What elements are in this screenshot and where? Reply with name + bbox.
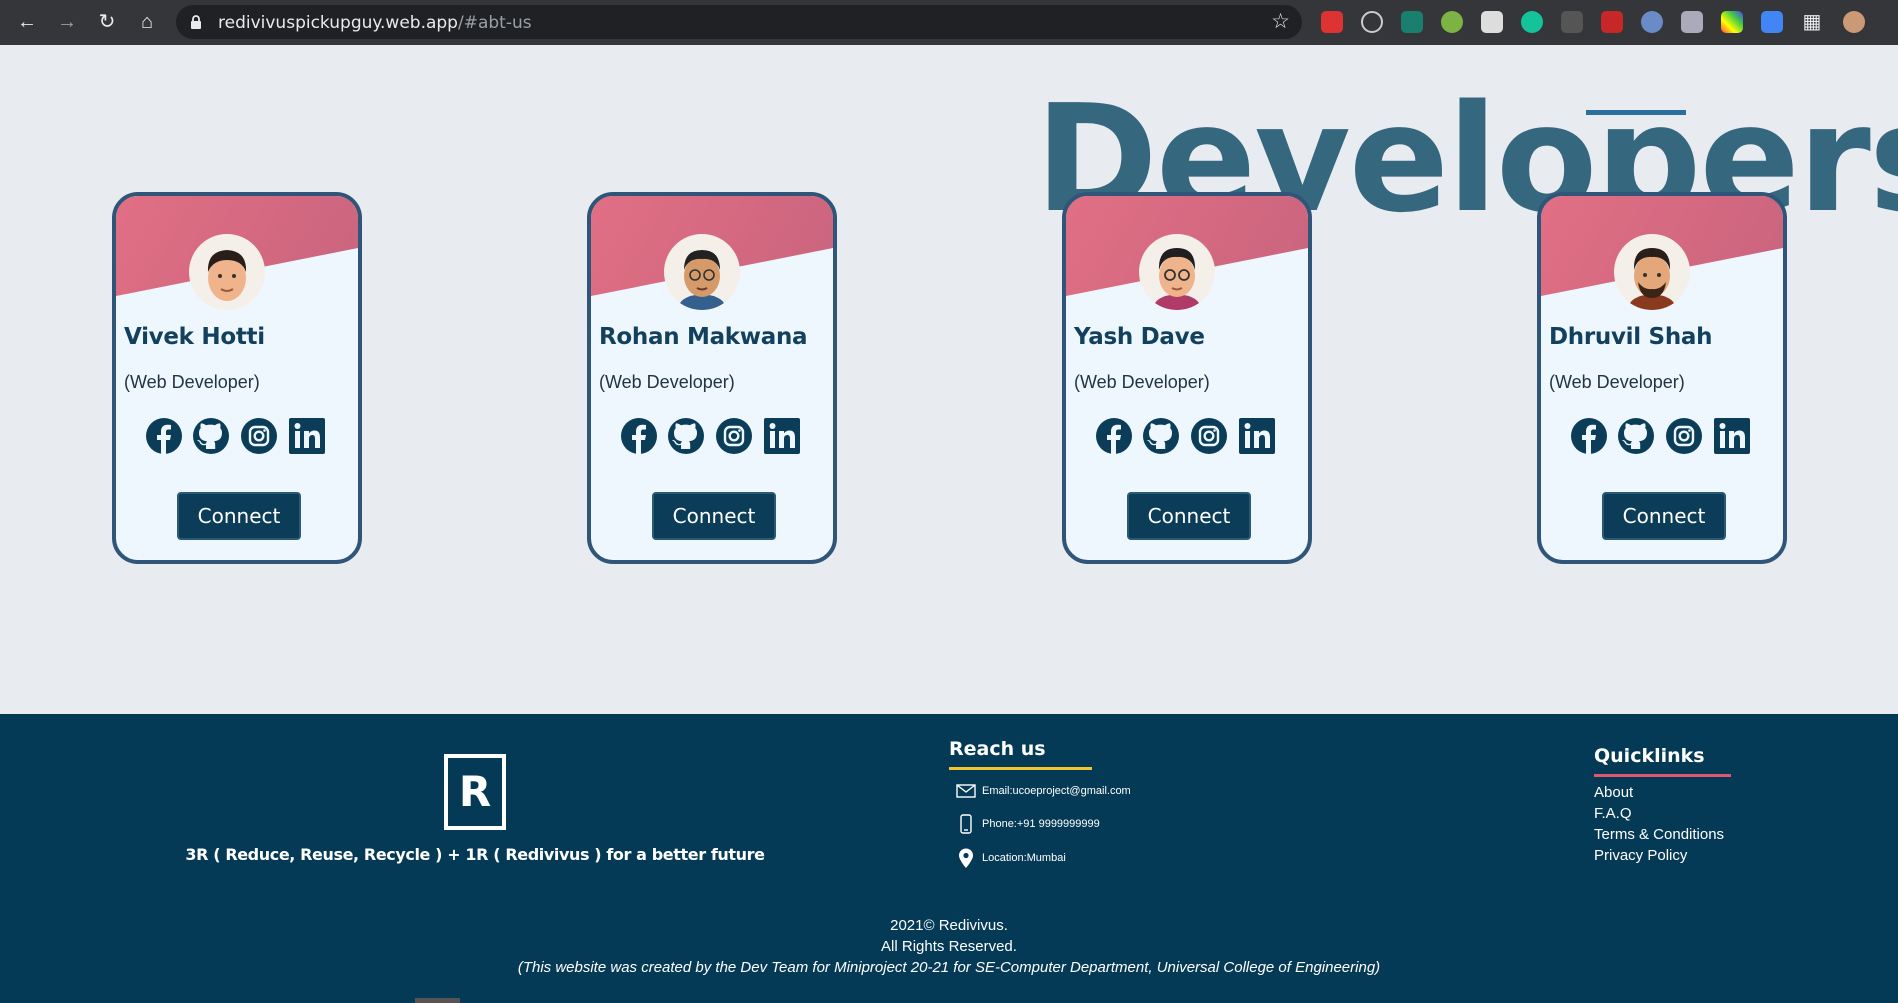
developer-card: Rohan Makwana (Web Developer) Connect xyxy=(587,192,837,564)
avatar xyxy=(664,234,740,310)
connect-button[interactable]: Connect xyxy=(177,492,301,540)
contact-location[interactable]: Location:Mumbai xyxy=(955,847,1066,869)
connect-button[interactable]: Connect xyxy=(1602,492,1726,540)
developer-name: Vivek Hotti xyxy=(124,324,265,350)
github-icon[interactable] xyxy=(193,418,229,454)
extension-icon[interactable] xyxy=(1641,11,1663,33)
url-text: redivivuspickupguy.web.app/#abt-us xyxy=(218,13,532,33)
logo[interactable]: R xyxy=(444,754,506,830)
mail-icon xyxy=(956,784,976,798)
copyright: 2021© Redivivus. xyxy=(890,917,1008,934)
instagram-icon[interactable] xyxy=(1666,418,1702,454)
developer-name: Rohan Makwana xyxy=(599,324,808,350)
rights-reserved: All Rights Reserved. xyxy=(881,938,1017,955)
extension-react-icon[interactable] xyxy=(1361,11,1383,33)
developer-card: Dhruvil Shah (Web Developer) Connect xyxy=(1537,192,1787,564)
developers-section: Developers Vivek Hotti (Web Developer) C… xyxy=(0,45,1898,714)
instagram-icon[interactable] xyxy=(716,418,752,454)
social-links xyxy=(1571,418,1761,458)
developer-role: (Web Developer) xyxy=(124,372,260,392)
quicklinks-heading: Quicklinks xyxy=(1594,745,1705,767)
github-icon[interactable] xyxy=(1143,418,1179,454)
extension-color-icon[interactable] xyxy=(1721,11,1743,33)
extension-pocket-icon[interactable] xyxy=(1321,11,1343,33)
extension-plus-icon[interactable] xyxy=(1441,11,1463,33)
quicklinks-list: About F.A.Q Terms & Conditions Privacy P… xyxy=(1594,782,1724,866)
quicklink-terms[interactable]: Terms & Conditions xyxy=(1594,824,1724,845)
github-icon[interactable] xyxy=(1618,418,1654,454)
reach-us-heading: Reach us xyxy=(949,738,1046,760)
instagram-icon[interactable] xyxy=(241,418,277,454)
facebook-icon[interactable] xyxy=(1096,418,1132,454)
connect-button[interactable]: Connect xyxy=(1127,492,1251,540)
extension-icon[interactable] xyxy=(1401,11,1423,33)
profile-avatar[interactable] xyxy=(1843,11,1865,33)
quicklinks-underline xyxy=(1594,774,1731,777)
social-links xyxy=(621,418,811,458)
linkedin-icon[interactable] xyxy=(1714,418,1750,454)
credit-text: (This website was created by the Dev Tea… xyxy=(517,959,1381,976)
developer-card: Yash Dave (Web Developer) Connect xyxy=(1062,192,1312,564)
avatar xyxy=(189,234,265,310)
quicklink-about[interactable]: About xyxy=(1594,782,1724,803)
avatar xyxy=(1614,234,1690,310)
developer-card: Vivek Hotti (Web Developer) Connect xyxy=(112,192,362,564)
extension-icon[interactable] xyxy=(1761,11,1783,33)
footer-bottom: 2021© Redivivus. All Rights Reserved. (T… xyxy=(0,915,1898,978)
footer-tagline: 3R ( Reduce, Reuse, Recycle ) + 1R ( Red… xyxy=(185,845,765,864)
lock-icon xyxy=(191,15,201,29)
social-links xyxy=(146,418,336,458)
home-icon[interactable]: ⌂ xyxy=(132,8,162,36)
contact-email[interactable]: Email:ucoeproject@gmail.com xyxy=(955,780,1131,802)
social-links xyxy=(1096,418,1286,458)
extension-icon[interactable] xyxy=(1561,11,1583,33)
horizontal-scrollbar-thumb[interactable] xyxy=(415,998,460,1003)
back-icon[interactable]: ← xyxy=(12,8,42,36)
extension-icon[interactable] xyxy=(1601,11,1623,33)
facebook-icon[interactable] xyxy=(621,418,657,454)
github-icon[interactable] xyxy=(668,418,704,454)
developer-role: (Web Developer) xyxy=(1074,372,1210,392)
location-pin-icon xyxy=(959,848,973,868)
quicklink-privacy[interactable]: Privacy Policy xyxy=(1594,845,1724,866)
browser-toolbar: ← → ↻ ⌂ redivivuspickupguy.web.app/#abt-… xyxy=(0,0,1898,45)
developer-role: (Web Developer) xyxy=(1549,372,1685,392)
extension-reader-icon[interactable] xyxy=(1481,11,1503,33)
linkedin-icon[interactable] xyxy=(1239,418,1275,454)
footer: R 3R ( Reduce, Reuse, Recycle ) + 1R ( R… xyxy=(0,714,1898,1003)
address-bar[interactable]: redivivuspickupguy.web.app/#abt-us ☆ xyxy=(176,5,1302,39)
reach-us-underline xyxy=(949,767,1092,770)
linkedin-icon[interactable] xyxy=(764,418,800,454)
bookmark-star-icon[interactable]: ☆ xyxy=(1271,9,1290,34)
instagram-icon[interactable] xyxy=(1191,418,1227,454)
developer-name: Yash Dave xyxy=(1074,324,1205,350)
developer-role: (Web Developer) xyxy=(599,372,735,392)
extensions-puzzle-icon[interactable]: ▦ xyxy=(1801,11,1823,33)
phone-icon xyxy=(960,814,972,834)
grammarly-icon[interactable] xyxy=(1521,11,1543,33)
avatar xyxy=(1139,234,1215,310)
facebook-icon[interactable] xyxy=(146,418,182,454)
connect-button[interactable]: Connect xyxy=(652,492,776,540)
linkedin-icon[interactable] xyxy=(289,418,325,454)
extension-shield-icon[interactable] xyxy=(1681,11,1703,33)
facebook-icon[interactable] xyxy=(1571,418,1607,454)
contact-phone[interactable]: Phone:+91 9999999999 xyxy=(955,813,1100,835)
developer-name: Dhruvil Shah xyxy=(1549,324,1713,350)
reload-icon[interactable]: ↻ xyxy=(92,8,122,36)
quicklink-faq[interactable]: F.A.Q xyxy=(1594,803,1724,824)
forward-icon[interactable]: → xyxy=(52,8,82,36)
